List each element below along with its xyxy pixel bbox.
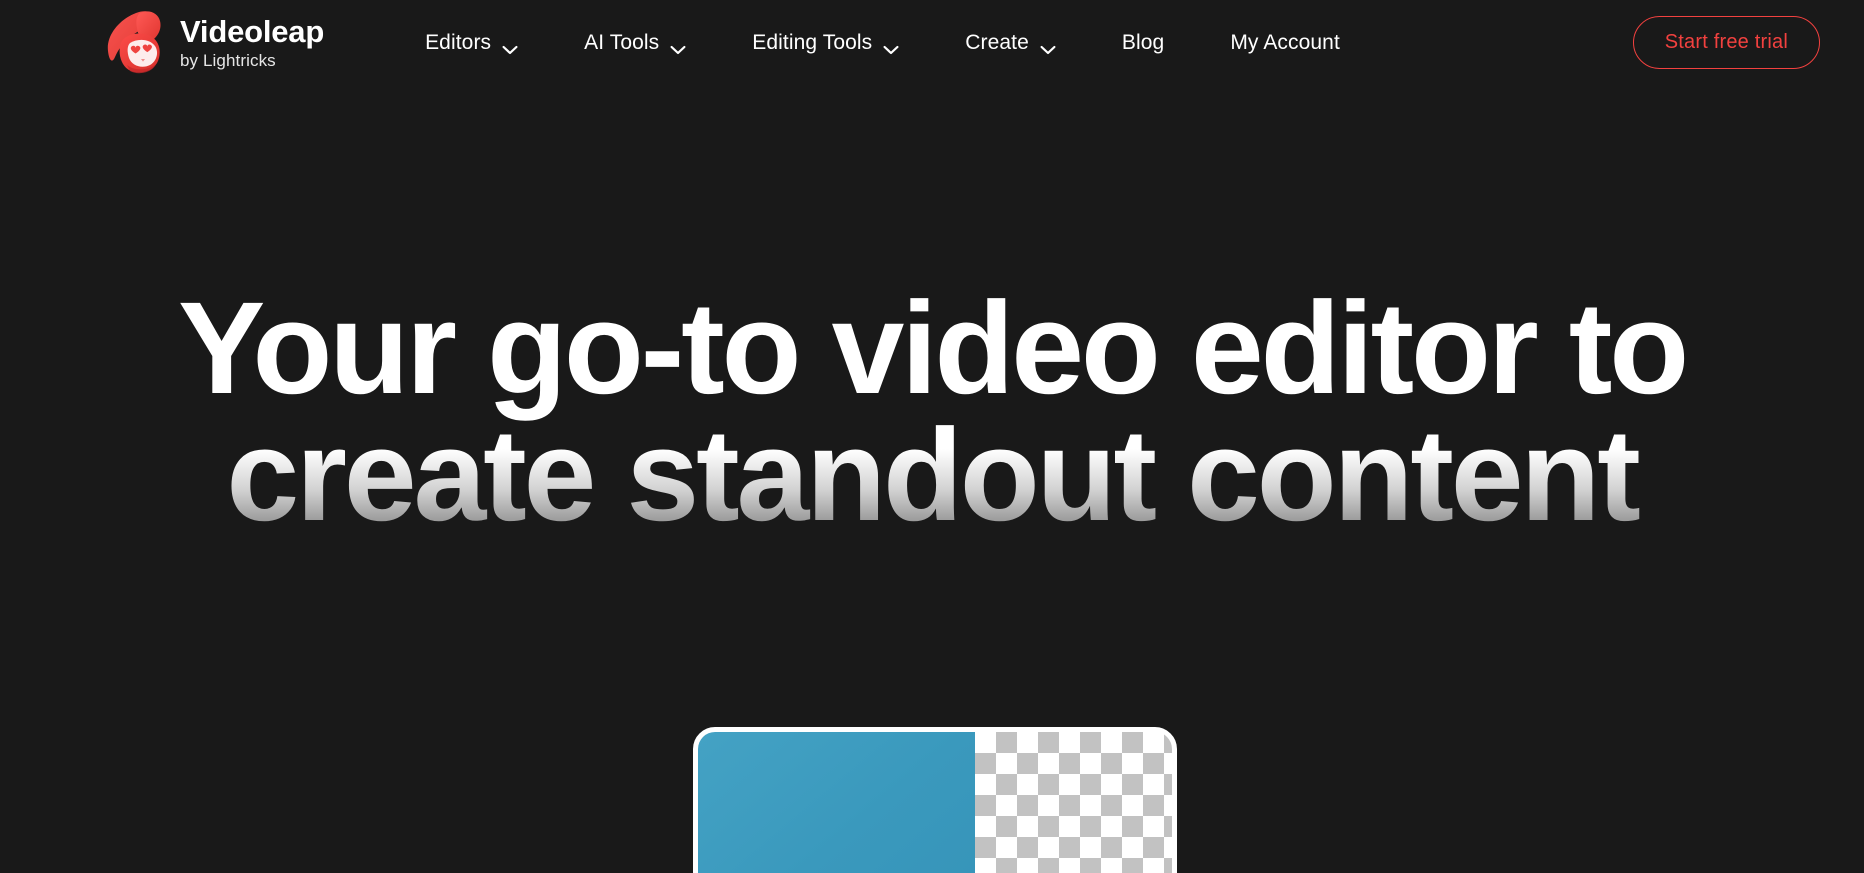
preview-card-blue-fill xyxy=(698,732,976,873)
chevron-down-icon xyxy=(1040,37,1056,55)
brand-name: Videoleap xyxy=(180,13,325,49)
brand-logo-link[interactable]: Videoleap by Lightricks xyxy=(100,7,324,77)
nav-item-label: Create xyxy=(965,30,1029,54)
nav-item-my-account[interactable]: My Account xyxy=(1197,32,1373,53)
page-title: Your go-to video editor to create stando… xyxy=(0,274,1864,540)
nav-item-editing-tools[interactable]: Editing Tools xyxy=(719,30,932,55)
chevron-down-icon xyxy=(883,37,899,55)
nav-item-label: Editing Tools xyxy=(752,30,873,54)
hero-section: Your go-to video editor to create stando… xyxy=(0,84,1864,873)
brand-tagline: by Lightricks xyxy=(180,51,276,71)
transparency-preview-card xyxy=(693,727,1177,873)
nav-item-ai-tools[interactable]: AI Tools xyxy=(551,30,719,55)
nav-item-label: AI Tools xyxy=(584,30,660,54)
nav-item-blog[interactable]: Blog xyxy=(1089,32,1197,53)
main-navigation: Editors AI Tools Editing Tools Create Bl… xyxy=(392,30,1373,55)
nav-item-label: Blog xyxy=(1121,30,1165,54)
nav-item-create[interactable]: Create xyxy=(932,30,1089,55)
chevron-down-icon xyxy=(670,37,686,55)
site-header: Videoleap by Lightricks Editors AI Tools… xyxy=(0,0,1864,84)
nav-item-label: Editors xyxy=(425,30,492,54)
nav-item-label: My Account xyxy=(1230,30,1340,54)
headline-line-2: create standout content xyxy=(0,409,1864,540)
chevron-down-icon xyxy=(502,37,518,55)
videoleap-rabbit-logo-icon xyxy=(100,7,166,77)
preview-card-transparency-checkerboard xyxy=(975,732,1172,873)
start-free-trial-button[interactable]: Start free trial xyxy=(1632,15,1820,69)
headline-line-1: Your go-to video editor to xyxy=(177,274,1689,421)
header-cta-container: Start free trial xyxy=(1632,15,1820,69)
nav-item-editors[interactable]: Editors xyxy=(392,30,551,55)
brand-text: Videoleap by Lightricks xyxy=(180,13,325,71)
